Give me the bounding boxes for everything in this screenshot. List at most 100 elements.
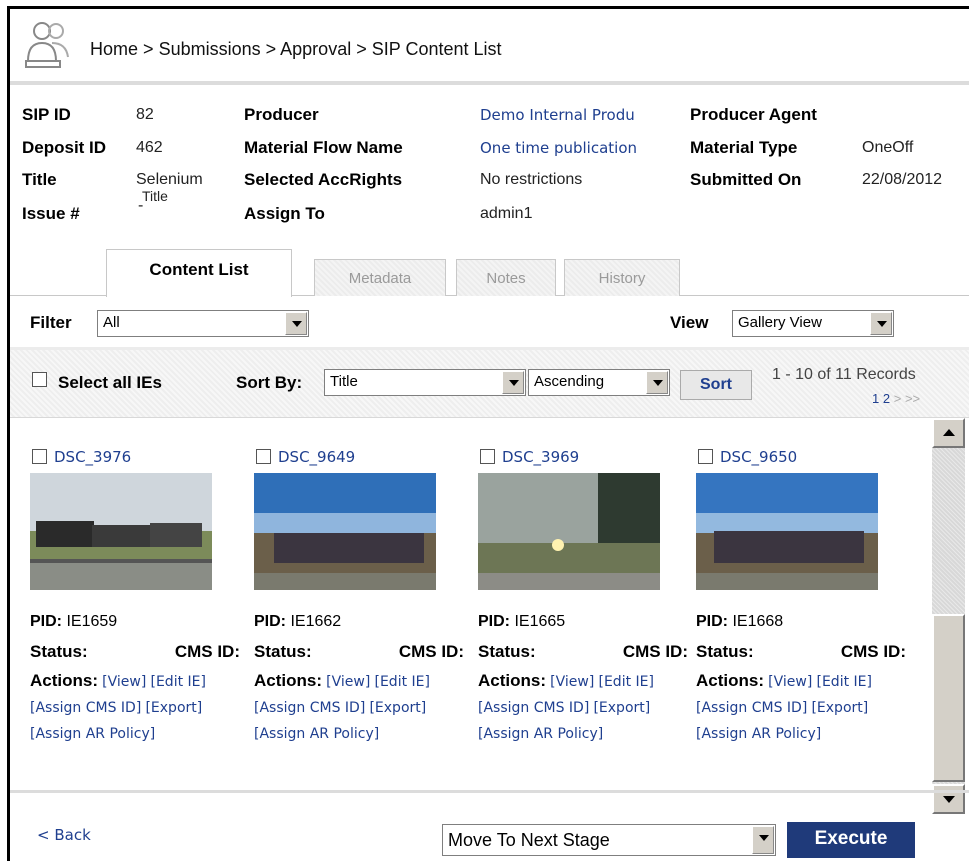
chevron-down-icon[interactable] [870, 312, 892, 335]
scrollbar-thumb[interactable] [932, 614, 965, 782]
tab-metadata[interactable]: Metadata [314, 259, 446, 296]
sort-order-select[interactable]: Ascending [528, 369, 670, 396]
item-checkbox[interactable] [480, 449, 495, 464]
item-actions: Actions: [View] [Edit IE] [Assign CMS ID… [478, 668, 698, 747]
pid-label: PID: [30, 613, 62, 630]
export-link[interactable]: [Export] [369, 700, 426, 716]
gallery-item: DSC_3976 PID: IE1659 Status: CMS ID: Acti… [30, 418, 245, 790]
view-select[interactable]: Gallery View [732, 310, 894, 337]
breadcrumb-home[interactable]: Home [90, 39, 138, 59]
tab-history[interactable]: History [564, 259, 680, 296]
stage-action-select[interactable]: Move To Next Stage [442, 824, 776, 856]
export-link[interactable]: [Export] [593, 700, 650, 716]
execute-button[interactable]: Execute [787, 822, 915, 858]
edit-ie-link[interactable]: [Edit IE] [599, 674, 654, 690]
assign-ar-policy-link[interactable]: [Assign AR Policy] [696, 726, 821, 742]
actions-label: Actions: [478, 671, 546, 690]
item-status-line: Status: CMS ID: [478, 642, 688, 662]
users-icon [25, 22, 69, 68]
assign-cms-id-link[interactable]: [Assign CMS ID] [254, 700, 365, 716]
item-actions: Actions: [View] [Edit IE] [Assign CMS ID… [254, 668, 474, 747]
last-page-link[interactable]: >> [905, 391, 920, 406]
back-link[interactable]: < Back [37, 826, 91, 844]
assign-cms-id-link[interactable]: [Assign CMS ID] [478, 700, 589, 716]
assign-ar-policy-link[interactable]: [Assign AR Policy] [30, 726, 155, 742]
view-link[interactable]: [View] [768, 674, 812, 690]
gallery-item: DSC_9650 PID: IE1668 Status: CMS ID: Acti… [696, 418, 911, 790]
bottom-actions: < Back Move To Next Stage Execute [10, 790, 969, 861]
pid-label: PID: [696, 613, 728, 630]
breadcrumb-bar: Home > Submissions > Approval > SIP Cont… [10, 9, 969, 85]
assign-ar-policy-link[interactable]: [Assign AR Policy] [254, 726, 379, 742]
breadcrumb: Home > Submissions > Approval > SIP Cont… [90, 39, 502, 60]
item-checkbox[interactable] [256, 449, 271, 464]
cms-id-label: CMS ID: [840, 642, 906, 661]
edit-ie-link[interactable]: [Edit IE] [375, 674, 430, 690]
cms-id-label: CMS ID: [622, 642, 688, 661]
item-thumbnail[interactable] [478, 473, 660, 590]
chevron-down-icon[interactable] [502, 371, 524, 394]
chevron-down-icon[interactable] [646, 371, 668, 394]
tab-notes[interactable]: Notes [456, 259, 556, 296]
material-flow-label: Material Flow Name [244, 138, 403, 157]
cms-id-label: CMS ID: [398, 642, 464, 661]
item-title-link[interactable]: DSC_9650 [720, 448, 797, 466]
breadcrumb-submissions[interactable]: Submissions [159, 39, 261, 59]
filter-select[interactable]: All [97, 310, 309, 337]
view-link[interactable]: [View] [326, 674, 370, 690]
chevron-down-icon[interactable] [285, 312, 307, 335]
pid-value: IE1662 [290, 613, 342, 630]
export-link[interactable]: [Export] [145, 700, 202, 716]
item-pid: PID: IE1665 [478, 613, 565, 631]
item-title-link[interactable]: DSC_9649 [278, 448, 355, 466]
item-thumbnail[interactable] [696, 473, 878, 590]
page-1-link[interactable]: 1 [872, 391, 879, 406]
select-all-label: Select all IEs [58, 373, 162, 392]
item-checkbox[interactable] [32, 449, 47, 464]
gallery-scrollbar[interactable] [932, 418, 965, 814]
tab-content-list[interactable]: Content List [106, 249, 292, 297]
export-link[interactable]: [Export] [811, 700, 868, 716]
assign-cms-id-link[interactable]: [Assign CMS ID] [30, 700, 141, 716]
material-flow-link[interactable]: One time publication [480, 139, 637, 157]
app-frame: Home > Submissions > Approval > SIP Cont… [7, 6, 969, 861]
producer-link[interactable]: Demo Internal Produ [480, 106, 635, 124]
item-checkbox[interactable] [698, 449, 713, 464]
records-count: 1 - 10 of 11 Records [772, 366, 916, 383]
item-title-link[interactable]: DSC_3976 [54, 448, 131, 466]
item-title-link[interactable]: DSC_3969 [502, 448, 579, 466]
filter-row: Filter All View Gallery View [10, 296, 969, 350]
edit-ie-link[interactable]: [Edit IE] [817, 674, 872, 690]
material-type-value: OneOff [862, 139, 914, 156]
pid-value: IE1665 [514, 613, 566, 630]
next-page-link[interactable]: > [894, 391, 902, 406]
view-link[interactable]: [View] [102, 674, 146, 690]
page-2-link[interactable]: 2 [883, 391, 890, 406]
edit-ie-link[interactable]: [Edit IE] [151, 674, 206, 690]
deposit-id-label: Deposit ID [22, 138, 107, 157]
sip-id-value: 82 [136, 106, 154, 123]
filter-label: Filter [30, 313, 72, 332]
status-label: Status: [478, 642, 536, 661]
assign-to-value: admin1 [480, 205, 533, 222]
breadcrumb-current: SIP Content List [371, 39, 502, 59]
sort-button[interactable]: Sort [680, 370, 752, 400]
item-thumbnail[interactable] [30, 473, 212, 590]
item-pid: PID: IE1668 [696, 613, 783, 631]
view-link[interactable]: [View] [550, 674, 594, 690]
scroll-up-icon[interactable] [932, 418, 965, 448]
item-thumbnail[interactable] [254, 473, 436, 590]
assign-to-label: Assign To [244, 204, 325, 223]
item-status-line: Status: CMS ID: [30, 642, 240, 662]
actions-label: Actions: [696, 671, 764, 690]
sort-field-select[interactable]: Title [324, 369, 526, 396]
select-all-checkbox[interactable] [32, 372, 47, 387]
assign-cms-id-link[interactable]: [Assign CMS ID] [696, 700, 807, 716]
assign-ar-policy-link[interactable]: [Assign AR Policy] [478, 726, 603, 742]
pid-value: IE1668 [732, 613, 784, 630]
breadcrumb-approval[interactable]: Approval [280, 39, 351, 59]
stage-action-value: Move To Next Stage [448, 830, 610, 850]
chevron-down-icon[interactable] [752, 826, 774, 854]
issue-value: - [138, 197, 144, 214]
actions-label: Actions: [30, 671, 98, 690]
